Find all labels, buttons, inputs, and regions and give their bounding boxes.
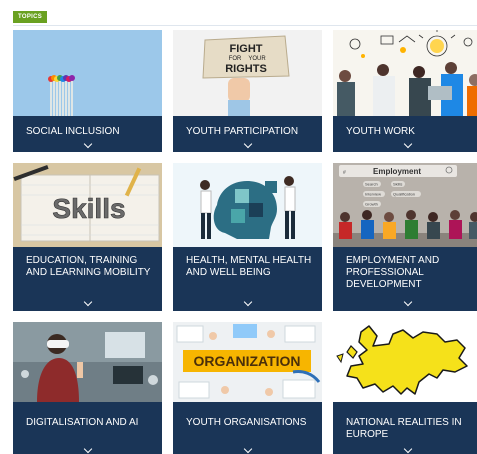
image-tag: Growth <box>365 202 378 207</box>
topic-label: SOCIAL INCLUSION <box>26 126 120 137</box>
topic-image <box>333 322 477 402</box>
topic-tile-national-realities[interactable]: NATIONAL REALITIES IN EUROPE <box>333 322 477 454</box>
topic-caption: EMPLOYMENT AND PROFESSIONAL DEVELOPMENT <box>333 247 477 311</box>
image-word: ORGANIZATION <box>193 353 300 369</box>
topic-caption: HEALTH, MENTAL HEALTH AND WELL BEING <box>173 247 322 311</box>
chevron-down-icon[interactable] <box>83 139 92 149</box>
image-tag: Search <box>365 182 378 187</box>
chevron-down-icon[interactable] <box>243 139 252 149</box>
topic-caption: YOUTH ORGANISATIONS <box>173 402 322 454</box>
topic-caption: EDUCATION, TRAINING AND LEARNING MOBILIT… <box>13 247 162 311</box>
sign-text: FIGHT <box>230 43 263 55</box>
topic-tile-youth-organisations[interactable]: ORGANIZATION YOUTH ORGANISATIONS <box>173 322 322 454</box>
chevron-down-icon[interactable] <box>83 444 92 454</box>
topic-caption: DIGITALISATION AND AI <box>13 402 162 454</box>
sign-text: RIGHTS <box>225 63 267 75</box>
sign-text: YOUR <box>248 56 266 62</box>
topic-caption: YOUTH WORK <box>333 116 477 152</box>
topic-label: EMPLOYMENT AND PROFESSIONAL DEVELOPMENT <box>346 255 440 290</box>
chevron-down-icon[interactable] <box>243 444 252 454</box>
topic-tile-social-inclusion[interactable]: SOCIAL INCLUSION <box>13 30 162 152</box>
topic-image <box>333 30 477 116</box>
topic-tile-youth-work[interactable]: YOUTH WORK <box>333 30 477 152</box>
chevron-down-icon[interactable] <box>403 444 412 454</box>
topic-label: EDUCATION, TRAINING AND LEARNING MOBILIT… <box>26 255 151 278</box>
topics-badge: TOPICS <box>13 11 48 23</box>
topic-caption: NATIONAL REALITIES IN EUROPE <box>333 402 477 454</box>
image-tag: Interview <box>365 192 381 197</box>
topic-image <box>173 163 322 247</box>
image-tag: Skills <box>393 182 402 187</box>
topic-tile-education[interactable]: Skills EDUCATION, TRAINING AND LEARNING … <box>13 163 162 311</box>
topic-image <box>13 30 162 116</box>
topic-label: DIGITALISATION AND AI <box>26 417 139 428</box>
topic-image: Skills <box>13 163 162 247</box>
topic-caption: YOUTH PARTICIPATION <box>173 116 322 152</box>
sign-text: FOR <box>229 56 242 62</box>
topic-tile-digitalisation[interactable]: DIGITALISATION AND AI <box>13 322 162 454</box>
topic-tile-youth-participation[interactable]: FIGHT FOR YOUR RIGHTS YOUTH PARTICIPATIO… <box>173 30 322 152</box>
topic-image <box>13 322 162 402</box>
chevron-down-icon[interactable] <box>403 297 412 307</box>
topic-image: FIGHT FOR YOUR RIGHTS <box>173 30 322 116</box>
chevron-down-icon[interactable] <box>83 297 92 307</box>
header-divider <box>13 25 477 26</box>
image-word: Skills <box>52 193 125 224</box>
topic-label: YOUTH PARTICIPATION <box>186 126 299 137</box>
svg-text:#: # <box>343 170 346 176</box>
topic-label: NATIONAL REALITIES IN EUROPE <box>346 417 462 440</box>
topic-tile-health[interactable]: HEALTH, MENTAL HEALTH AND WELL BEING <box>173 163 322 311</box>
image-tag: Qualification <box>393 192 415 197</box>
chevron-down-icon[interactable] <box>403 139 412 149</box>
topic-image: # Employment Search Skills Interview Qua… <box>333 163 477 247</box>
topic-label: HEALTH, MENTAL HEALTH AND WELL BEING <box>186 255 312 278</box>
topic-image: ORGANIZATION <box>173 322 322 402</box>
image-search-text: Employment <box>373 167 421 176</box>
topic-label: YOUTH ORGANISATIONS <box>186 417 307 428</box>
topic-label: YOUTH WORK <box>346 126 415 137</box>
chevron-down-icon[interactable] <box>243 297 252 307</box>
topic-tile-employment[interactable]: # Employment Search Skills Interview Qua… <box>333 163 477 311</box>
topic-caption: SOCIAL INCLUSION <box>13 116 162 152</box>
